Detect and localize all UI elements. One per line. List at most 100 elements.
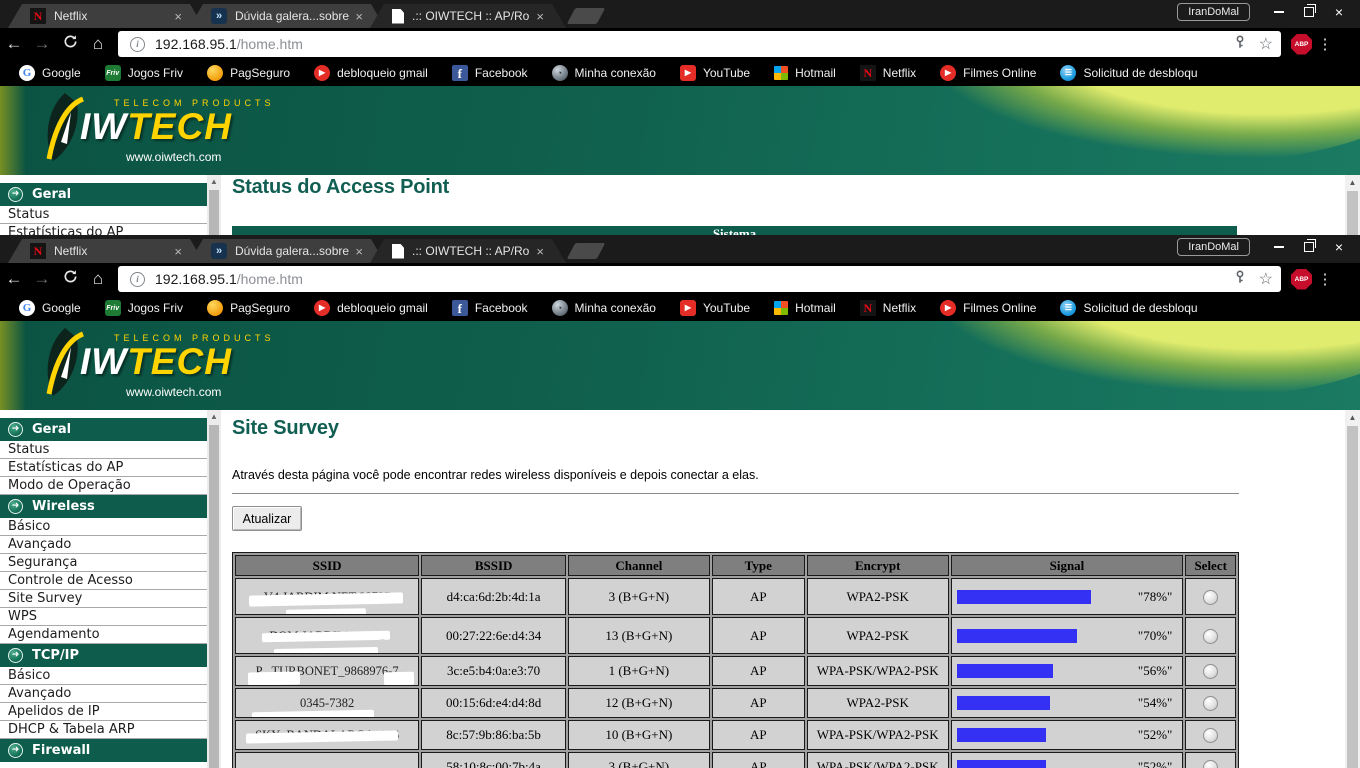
select-radio-button[interactable] <box>1203 628 1219 644</box>
sidebar-header-tcp-ip[interactable]: ➜ TCP/IP <box>0 644 207 667</box>
forward-icon[interactable]: → <box>28 34 56 54</box>
sidebar-item-estat-sticas-do-ap[interactable]: Estatísticas do AP <box>0 224 207 235</box>
bookmark-youtube[interactable]: ▶ YouTube <box>669 300 761 316</box>
close-window-button[interactable]: × <box>1324 238 1354 256</box>
signal-bar <box>956 589 1091 604</box>
bookmark-solicitud-de-desbloqu[interactable]: ☰ Solicitud de desbloqu <box>1049 65 1208 81</box>
tab-close-icon[interactable]: × <box>536 10 544 23</box>
password-key-icon[interactable] <box>1233 270 1247 289</box>
bookmark-solicitud-de-desbloqu[interactable]: ☰ Solicitud de desbloqu <box>1049 300 1208 316</box>
home-icon[interactable]: ⌂ <box>84 34 112 54</box>
page-scrollbar[interactable]: ▲ <box>1345 410 1360 768</box>
bookmark-debloqueio-gmail[interactable]: ▶ debloqueio gmail <box>303 65 439 81</box>
restore-button[interactable] <box>1294 238 1324 256</box>
sidebar-item-controle-de-acesso[interactable]: Controle de Acesso <box>0 572 207 590</box>
select-radio-button[interactable] <box>1203 589 1219 605</box>
bookmark-star-icon[interactable]: ☆ <box>1259 269 1273 289</box>
browser-tab[interactable]: » Dúvida galera...sobre ant × <box>189 4 385 28</box>
minimize-button[interactable] <box>1264 238 1294 256</box>
sidebar-scrollbar[interactable]: ▲ <box>207 410 221 768</box>
browser-tab[interactable]: .:: OIWTECH :: AP/Router × <box>370 239 566 263</box>
select-radio-button[interactable] <box>1203 696 1219 712</box>
bookmark-facebook[interactable]: f Facebook <box>441 300 539 316</box>
sidebar-item-modo-de-opera-o[interactable]: Modo de Operação <box>0 477 207 495</box>
bookmark-hotmail[interactable]: Hotmail <box>763 66 847 80</box>
reload-icon[interactable] <box>56 269 84 289</box>
adblock-icon[interactable]: ABP <box>1291 268 1312 290</box>
address-bar[interactable]: i 192.168.95.1 /home.htm ☆ <box>118 266 1281 292</box>
bookmark-google[interactable]: G Google <box>8 65 92 81</box>
tab-close-icon[interactable]: × <box>355 10 363 23</box>
page-info-icon[interactable]: i <box>130 271 145 287</box>
password-key-icon[interactable] <box>1233 35 1247 54</box>
profile-button[interactable]: IranDoMal <box>1177 3 1250 21</box>
new-tab-button[interactable] <box>566 243 606 259</box>
sidebar-item-avan-ado[interactable]: Avançado <box>0 685 207 703</box>
sidebar-item-dhcp-tabela-arp[interactable]: DHCP & Tabela ARP <box>0 721 207 739</box>
tab-close-icon[interactable]: × <box>355 245 363 258</box>
menu-dots-icon[interactable]: ⋮ <box>1312 270 1338 288</box>
new-tab-button[interactable] <box>566 8 606 24</box>
browser-tab[interactable]: N Netflix × <box>8 4 204 28</box>
back-icon[interactable]: ← <box>0 269 28 289</box>
select-radio-button[interactable] <box>1203 760 1219 768</box>
bookmark-minha-conex-o[interactable]: ◔ Minha conexão <box>541 300 667 316</box>
sidebar-item-wps[interactable]: WPS <box>0 608 207 626</box>
tab-close-icon[interactable]: × <box>536 245 544 258</box>
tab-close-icon[interactable]: × <box>174 245 182 258</box>
page-info-icon[interactable]: i <box>130 36 145 52</box>
address-bar[interactable]: i 192.168.95.1 /home.htm ☆ <box>118 31 1281 57</box>
refresh-button[interactable]: Atualizar <box>232 506 302 531</box>
sidebar-scrollbar[interactable]: ▲ <box>207 175 221 235</box>
profile-button[interactable]: IranDoMal <box>1177 238 1250 256</box>
sidebar-header-geral[interactable]: ➜ Geral <box>0 418 207 441</box>
channel-cell: 10 (B+G+N) <box>567 720 710 750</box>
forward-icon[interactable]: → <box>28 269 56 289</box>
minimize-button[interactable] <box>1264 3 1294 21</box>
sidebar-item-estat-sticas-do-ap[interactable]: Estatísticas do AP <box>0 459 207 477</box>
bookmark-minha-conex-o[interactable]: ◔ Minha conexão <box>541 65 667 81</box>
sidebar-item-avan-ado[interactable]: Avançado <box>0 536 207 554</box>
sidebar-item-b-sico[interactable]: Básico <box>0 518 207 536</box>
sidebar-item-status[interactable]: Status <box>0 441 207 459</box>
page-content: ➜ Geral StatusEstatísticas do APModo de Op… <box>0 410 1360 768</box>
sidebar-item-agendamento[interactable]: Agendamento <box>0 626 207 644</box>
bookmark-star-icon[interactable]: ☆ <box>1259 34 1273 54</box>
browser-tab[interactable]: » Dúvida galera...sobre ant × <box>189 239 385 263</box>
bookmark-filmes-online[interactable]: ▶ Filmes Online <box>929 300 1047 316</box>
browser-tab[interactable]: .:: OIWTECH :: AP/Router × <box>370 4 566 28</box>
menu-dots-icon[interactable]: ⋮ <box>1312 35 1338 53</box>
sidebar-item-apelidos-de-ip[interactable]: Apelidos de IP <box>0 703 207 721</box>
sidebar-header-firewall[interactable]: ➜ Firewall <box>0 739 207 762</box>
back-icon[interactable]: ← <box>0 34 28 54</box>
bookmark-jogos-friv[interactable]: Friv Jogos Friv <box>94 300 194 316</box>
bookmark-netflix[interactable]: N Netflix <box>849 65 927 81</box>
sidebar-item-site-survey[interactable]: Site Survey <box>0 590 207 608</box>
select-radio-button[interactable] <box>1203 664 1219 680</box>
sidebar-header-wireless[interactable]: ➜ Wireless <box>0 495 207 518</box>
tab-close-icon[interactable]: × <box>174 10 182 23</box>
home-icon[interactable]: ⌂ <box>84 269 112 289</box>
bookmark-filmes-online[interactable]: ▶ Filmes Online <box>929 65 1047 81</box>
sidebar-item-status[interactable]: Status <box>0 206 207 224</box>
page-scrollbar[interactable]: ▲ <box>1345 175 1360 235</box>
restore-button[interactable] <box>1294 3 1324 21</box>
sidebar-item-b-sico[interactable]: Básico <box>0 667 207 685</box>
bookmark-jogos-friv[interactable]: Friv Jogos Friv <box>94 65 194 81</box>
close-window-button[interactable]: × <box>1324 3 1354 21</box>
reload-icon[interactable] <box>56 34 84 54</box>
bookmark-debloqueio-gmail[interactable]: ▶ debloqueio gmail <box>303 300 439 316</box>
adblock-icon[interactable]: ABP <box>1291 33 1312 55</box>
bookmark-youtube[interactable]: ▶ YouTube <box>669 65 761 81</box>
bookmark-pagseguro[interactable]: PagSeguro <box>196 65 301 81</box>
bookmark-facebook[interactable]: f Facebook <box>441 65 539 81</box>
browser-tab[interactable]: N Netflix × <box>8 239 204 263</box>
select-radio-button[interactable] <box>1203 728 1219 744</box>
bookmark-netflix[interactable]: N Netflix <box>849 300 927 316</box>
bookmark-hotmail[interactable]: Hotmail <box>763 301 847 315</box>
sidebar-header-geral[interactable]: ➜ Geral <box>0 183 207 206</box>
bookmark-pagseguro[interactable]: PagSeguro <box>196 300 301 316</box>
sidebar-item-seguran-a[interactable]: Segurança <box>0 554 207 572</box>
url-path: /home.htm <box>236 271 303 287</box>
bookmark-google[interactable]: G Google <box>8 300 92 316</box>
